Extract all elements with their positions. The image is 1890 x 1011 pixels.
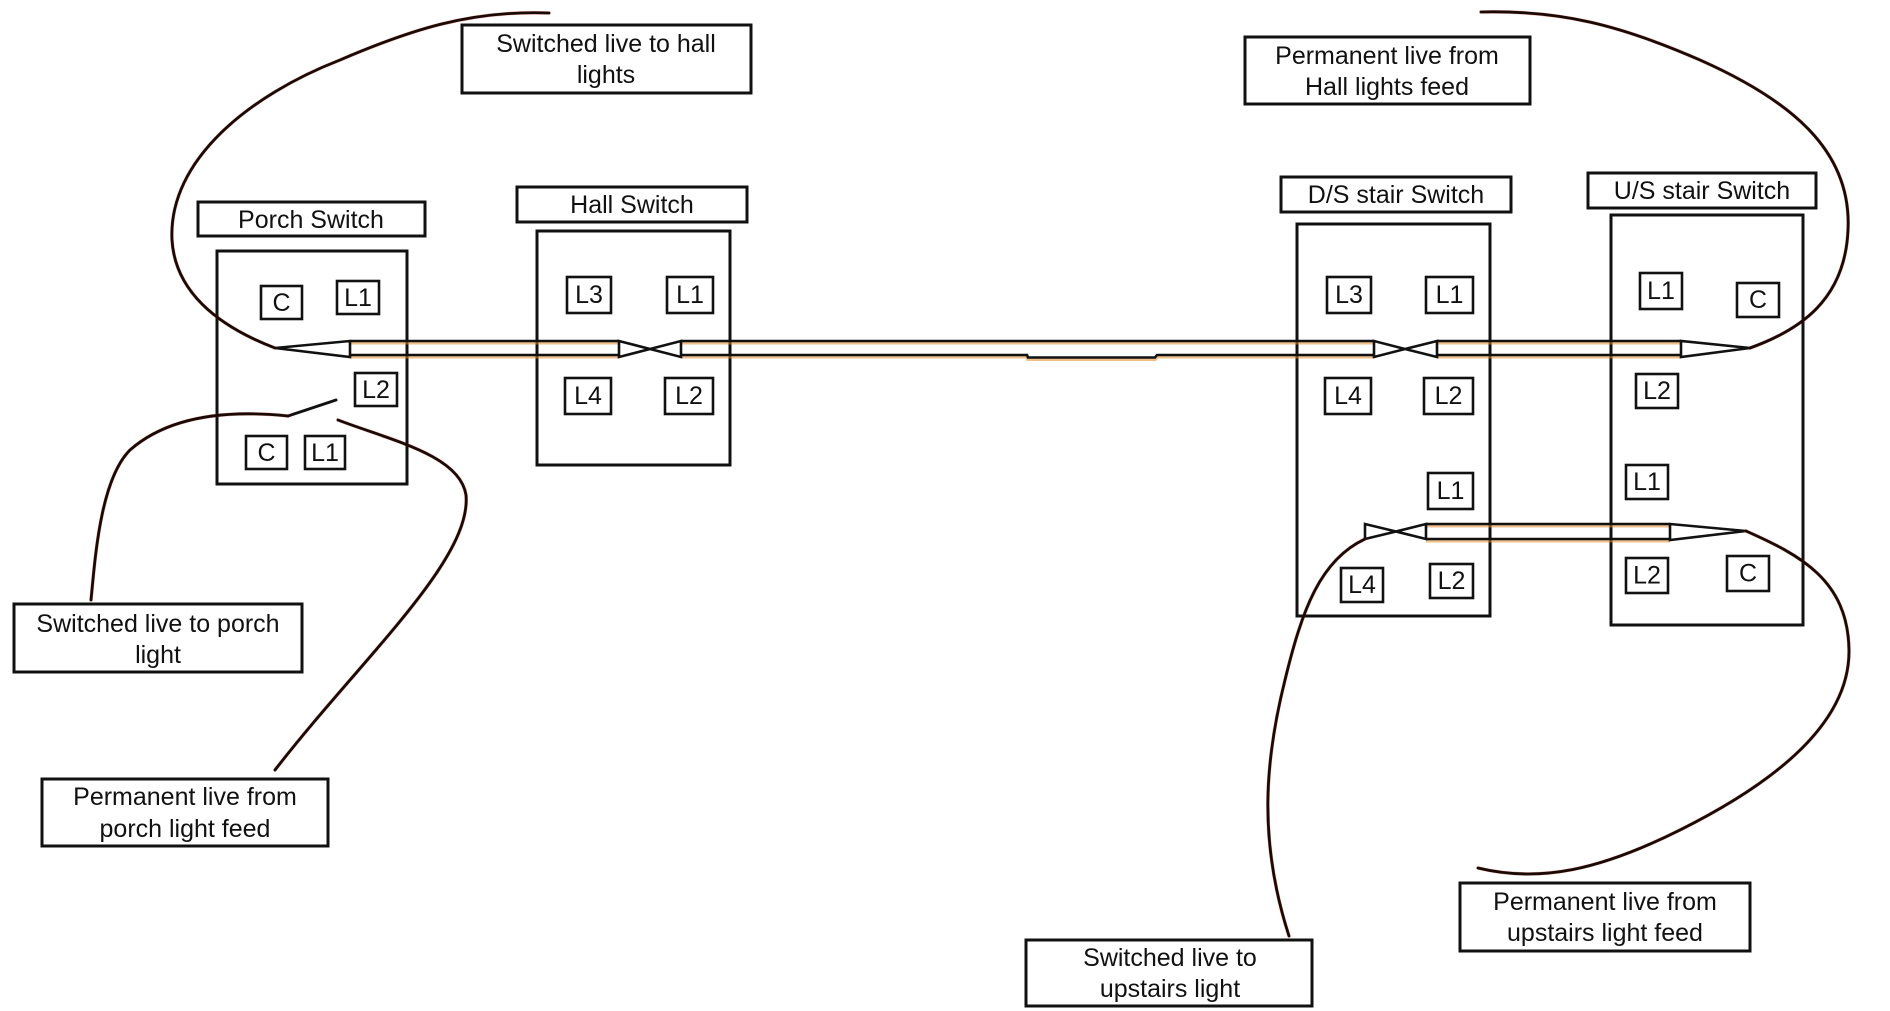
terminal-hall-l4: L4 bbox=[563, 376, 613, 416]
svg-text:L1: L1 bbox=[1633, 468, 1661, 496]
terminal-us-l2-top: L2 bbox=[1634, 372, 1680, 410]
terminal-us-l1-top: L1 bbox=[1638, 271, 1684, 311]
svg-text:L2: L2 bbox=[1435, 382, 1463, 410]
terminal-hall-l3: L3 bbox=[565, 275, 613, 315]
callout-permanent-live-porch: Permanent live from porch light feed bbox=[40, 777, 330, 848]
svg-text:C: C bbox=[257, 439, 275, 467]
svg-text:L1: L1 bbox=[344, 284, 372, 312]
svg-text:L1: L1 bbox=[676, 281, 704, 309]
terminal-ds-l4-top: L4 bbox=[1323, 376, 1373, 416]
terminal-porch-l2: L2 bbox=[353, 371, 399, 408]
us-stair-switch-label: U/S stair Switch bbox=[1614, 177, 1790, 205]
svg-text:Switched live to hall: Switched live to hall bbox=[496, 30, 716, 58]
ds-stair-switch-label: D/S stair Switch bbox=[1308, 181, 1484, 209]
terminal-ds-l4-bottom: L4 bbox=[1339, 566, 1385, 604]
svg-text:L4: L4 bbox=[574, 382, 602, 410]
ds-stair-switch: D/S stair Switch bbox=[1279, 175, 1513, 618]
porch-switch-label: Porch Switch bbox=[238, 206, 384, 234]
terminal-porch-l1-bottom: L1 bbox=[303, 434, 347, 471]
svg-text:L2: L2 bbox=[1438, 567, 1466, 595]
svg-text:C: C bbox=[1739, 560, 1757, 588]
wiring-diagram: Porch Switch Hall Switch D/S stair Switc… bbox=[12, 10, 1851, 1008]
svg-text:L2: L2 bbox=[1633, 562, 1661, 590]
svg-text:L3: L3 bbox=[575, 281, 603, 309]
terminal-us-l1-bottom: L1 bbox=[1624, 463, 1670, 501]
terminal-us-c-top: C bbox=[1735, 281, 1781, 319]
svg-text:Permanent live from: Permanent live from bbox=[73, 783, 297, 811]
terminal-hall-l1: L1 bbox=[665, 275, 715, 315]
svg-text:L1: L1 bbox=[1647, 277, 1675, 305]
svg-text:light: light bbox=[135, 641, 181, 669]
callout-switched-live-hall: Switched live to hall lights bbox=[460, 23, 753, 95]
svg-text:L3: L3 bbox=[1335, 281, 1363, 309]
lower-strap-cable bbox=[1363, 522, 1747, 543]
terminal-ds-l2-bottom: L2 bbox=[1428, 562, 1475, 600]
svg-text:C: C bbox=[272, 289, 290, 317]
svg-text:Permanent live from: Permanent live from bbox=[1493, 888, 1717, 916]
svg-text:L1: L1 bbox=[1436, 281, 1464, 309]
callout-permanent-live-upstairs: Permanent live from upstairs light feed bbox=[1458, 881, 1752, 953]
terminal-ds-l2-top: L2 bbox=[1422, 376, 1475, 416]
callout-switched-live-porch: Switched live to porch light bbox=[12, 602, 304, 674]
svg-text:upstairs light: upstairs light bbox=[1100, 975, 1240, 1003]
terminal-us-c-bottom: C bbox=[1725, 554, 1771, 593]
svg-text:Permanent live from: Permanent live from bbox=[1275, 42, 1499, 70]
terminal-hall-l2: L2 bbox=[663, 376, 715, 416]
terminal-porch-c-bottom: C bbox=[244, 434, 289, 471]
us-stair-switch: U/S stair Switch bbox=[1586, 171, 1818, 627]
svg-text:L2: L2 bbox=[675, 382, 703, 410]
callout-switched-live-upstairs: Switched live to upstairs light bbox=[1024, 938, 1314, 1008]
terminal-ds-l1-top: L1 bbox=[1424, 275, 1475, 315]
svg-text:lights: lights bbox=[577, 61, 635, 89]
hall-switch: Hall Switch bbox=[515, 185, 749, 467]
terminal-porch-c-top: C bbox=[259, 284, 304, 321]
terminal-porch-l1-top: L1 bbox=[335, 279, 381, 316]
terminal-us-l2-bottom: L2 bbox=[1624, 556, 1670, 595]
svg-text:L4: L4 bbox=[1348, 571, 1376, 599]
svg-text:L2: L2 bbox=[362, 376, 390, 404]
svg-text:L2: L2 bbox=[1643, 377, 1671, 405]
svg-text:porch light feed: porch light feed bbox=[100, 815, 271, 843]
callout-permanent-live-hall: Permanent live from Hall lights feed bbox=[1243, 35, 1532, 106]
svg-text:C: C bbox=[1749, 286, 1767, 314]
svg-text:L1: L1 bbox=[1437, 477, 1465, 505]
svg-text:upstairs light feed: upstairs light feed bbox=[1507, 919, 1703, 947]
svg-text:Switched live to: Switched live to bbox=[1083, 944, 1257, 972]
svg-text:L1: L1 bbox=[311, 439, 339, 467]
terminal-ds-l3: L3 bbox=[1325, 275, 1373, 315]
hall-switch-label: Hall Switch bbox=[570, 191, 694, 219]
upper-strap-cable bbox=[274, 339, 1751, 361]
terminal-ds-l1-bottom: L1 bbox=[1426, 471, 1475, 511]
svg-text:Switched live to porch: Switched live to porch bbox=[36, 610, 279, 638]
svg-text:L4: L4 bbox=[1334, 382, 1362, 410]
terminals: C L1 L2 C L1 L3 L1 L4 L2 L3 L1 L4 L2 L1 … bbox=[244, 271, 1781, 604]
svg-text:Hall lights feed: Hall lights feed bbox=[1305, 73, 1469, 101]
